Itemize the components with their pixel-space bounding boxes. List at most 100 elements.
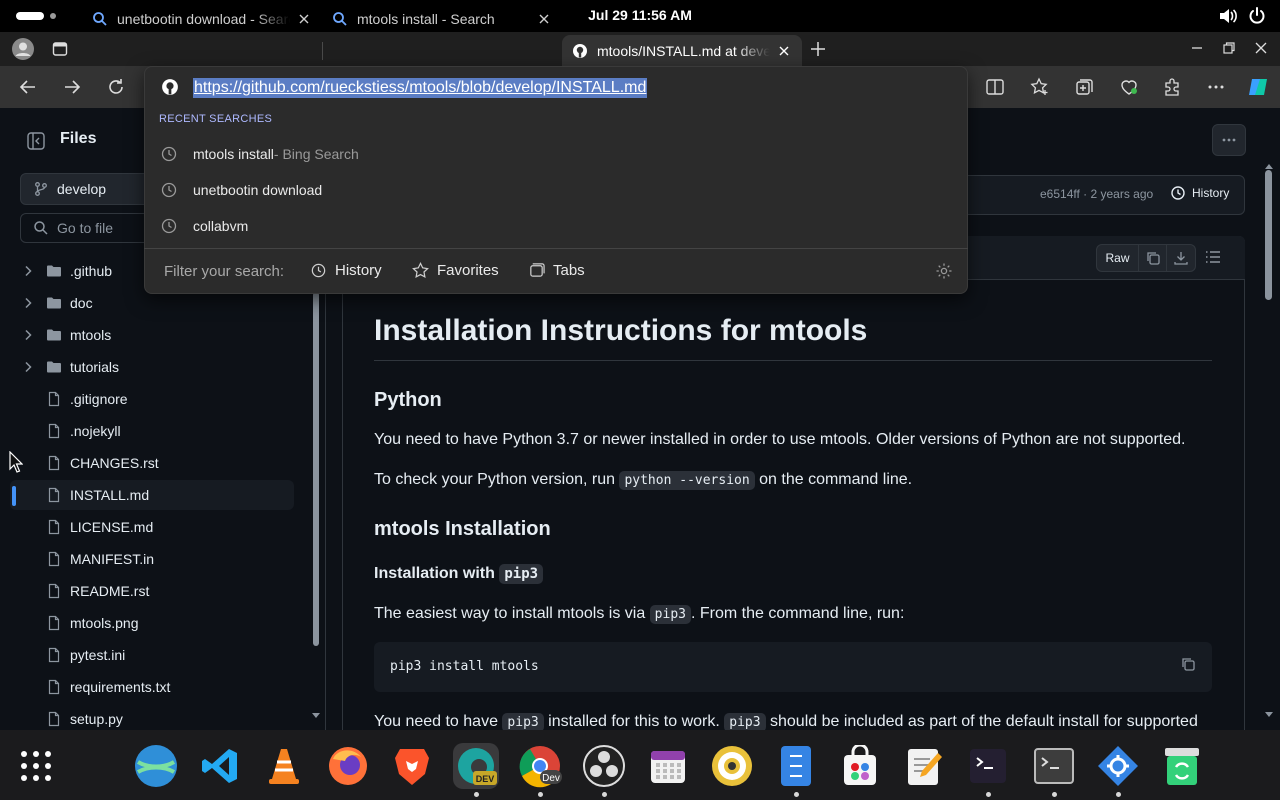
file-icon bbox=[48, 711, 60, 727]
inline-code: pip3 bbox=[499, 564, 544, 584]
tree-file[interactable]: LICENSE.md bbox=[10, 512, 294, 542]
tree-item-label: .gitignore bbox=[70, 391, 128, 407]
gear-icon[interactable] bbox=[935, 262, 953, 280]
refresh-icon[interactable] bbox=[106, 77, 126, 97]
forward-icon[interactable] bbox=[62, 77, 82, 97]
tree-file[interactable]: MANIFEST.in bbox=[10, 544, 294, 574]
outline-list-icon[interactable] bbox=[1204, 248, 1222, 266]
dock-app-vscode[interactable] bbox=[197, 743, 243, 789]
tree-folder[interactable]: mtools bbox=[10, 320, 294, 350]
inline-code: python --version bbox=[619, 471, 755, 490]
copy-code-icon[interactable] bbox=[1180, 656, 1196, 672]
raw-button[interactable]: Raw bbox=[1097, 245, 1139, 271]
dock-app-globe[interactable] bbox=[133, 743, 179, 789]
split-screen-icon[interactable] bbox=[985, 77, 1005, 97]
collections-icon[interactable] bbox=[1074, 77, 1094, 97]
new-tab-icon[interactable] bbox=[809, 40, 827, 58]
tree-file[interactable]: .gitignore bbox=[10, 384, 294, 414]
branch-name: develop bbox=[57, 181, 107, 197]
dock-app-firefox[interactable] bbox=[325, 743, 371, 789]
tree-file[interactable]: requirements.txt bbox=[10, 672, 294, 702]
tabs-icon bbox=[530, 263, 545, 277]
close-icon[interactable] bbox=[536, 11, 552, 27]
tree-item-label: MANIFEST.in bbox=[70, 551, 155, 567]
tree-item-label: INSTALL.md bbox=[70, 487, 150, 503]
file-icon bbox=[48, 487, 60, 503]
search-icon bbox=[93, 11, 107, 26]
tree-item-label: CHANGES.rst bbox=[70, 455, 159, 471]
commit-meta[interactable]: e6514ff · 2 years ago bbox=[1040, 187, 1153, 201]
browser-essentials-icon[interactable] bbox=[1119, 77, 1139, 97]
power-icon[interactable] bbox=[1248, 7, 1266, 25]
chevron-right-icon[interactable] bbox=[20, 295, 36, 311]
app-grid-icon bbox=[21, 751, 51, 781]
dock-app-vlc[interactable] bbox=[261, 743, 307, 789]
tab-mtools-search[interactable]: mtools install - Search bbox=[322, 3, 562, 34]
mouse-cursor-icon bbox=[9, 451, 23, 473]
dock-app-brave[interactable] bbox=[389, 743, 435, 789]
tree-file[interactable]: pytest.ini bbox=[10, 640, 294, 670]
collapse-panel-icon[interactable] bbox=[26, 131, 46, 151]
dock-app-terminal-alt[interactable] bbox=[1031, 743, 1077, 789]
go-to-file-placeholder: Go to file bbox=[57, 220, 114, 236]
tree-file[interactable]: CHANGES.rst bbox=[10, 448, 294, 478]
download-raw-button[interactable] bbox=[1167, 245, 1195, 271]
profile-avatar-icon[interactable] bbox=[11, 37, 35, 61]
favorites-icon[interactable] bbox=[1030, 77, 1050, 97]
recent-search-item[interactable]: unetbootin download bbox=[160, 173, 960, 207]
dock-app-obs[interactable] bbox=[581, 743, 627, 789]
tab-install-md[interactable]: mtools/INSTALL.md at develop bbox=[562, 35, 802, 66]
tree-file[interactable]: mtools.png bbox=[10, 608, 294, 638]
heading-mtools-installation: mtools Installation bbox=[374, 518, 551, 540]
tree-file[interactable]: README.rst bbox=[10, 576, 294, 606]
page-scrollbar-thumb[interactable] bbox=[1265, 170, 1272, 300]
files-scrollbar-thumb[interactable] bbox=[313, 292, 319, 646]
dock-app-app-grid[interactable] bbox=[13, 743, 59, 789]
copilot-icon[interactable] bbox=[1246, 75, 1270, 99]
dock-app-calendar[interactable] bbox=[645, 743, 691, 789]
extensions-icon[interactable] bbox=[1162, 77, 1182, 97]
tree-file[interactable]: INSTALL.md bbox=[10, 480, 294, 510]
dock-app-store[interactable] bbox=[837, 743, 883, 789]
folder-icon bbox=[47, 361, 61, 373]
dock-app-chrome-dev[interactable]: Dev bbox=[517, 743, 563, 789]
dock-app-text-editor[interactable] bbox=[901, 743, 947, 789]
more-options-button[interactable] bbox=[1212, 124, 1246, 156]
dock-app-edge-dev[interactable]: DEV bbox=[453, 743, 499, 789]
filter-favorites-button[interactable]: Favorites bbox=[412, 262, 499, 279]
dock-app-audio[interactable] bbox=[709, 743, 755, 789]
back-icon[interactable] bbox=[18, 77, 38, 97]
file-icon bbox=[48, 583, 60, 599]
more-menu-icon[interactable] bbox=[1206, 77, 1226, 97]
chevron-right-icon[interactable] bbox=[20, 359, 36, 375]
recent-search-item[interactable]: collabvm bbox=[160, 209, 960, 243]
dock-app-file-manager[interactable] bbox=[773, 743, 819, 789]
heading-install-with-pip3: Installation with pip3 bbox=[374, 564, 544, 584]
github-icon bbox=[162, 79, 178, 95]
dock-app-settings[interactable] bbox=[1095, 743, 1141, 789]
close-icon[interactable] bbox=[776, 43, 792, 59]
recent-search-item[interactable]: mtools install - Bing Search bbox=[160, 137, 960, 171]
chevron-right-icon[interactable] bbox=[20, 263, 36, 279]
dock-app-terminal[interactable] bbox=[965, 743, 1011, 789]
tree-file[interactable]: .nojekyll bbox=[10, 416, 294, 446]
running-indicator bbox=[1052, 792, 1057, 797]
dock-app-trash[interactable] bbox=[1159, 743, 1205, 789]
restore-icon[interactable] bbox=[1222, 41, 1236, 55]
copy-raw-button[interactable] bbox=[1139, 245, 1167, 271]
tree-item-label: README.rst bbox=[70, 583, 150, 599]
close-icon[interactable] bbox=[296, 11, 312, 27]
filter-tabs-button[interactable]: Tabs bbox=[528, 262, 585, 279]
tab-actions-icon[interactable] bbox=[52, 41, 68, 57]
terminal-alt-icon bbox=[1034, 748, 1074, 784]
history-button[interactable]: History bbox=[1170, 185, 1229, 201]
window-close-icon[interactable] bbox=[1254, 41, 1268, 55]
filter-history-button[interactable]: History bbox=[310, 262, 382, 279]
volume-icon[interactable] bbox=[1218, 7, 1238, 25]
tree-folder[interactable]: tutorials bbox=[10, 352, 294, 382]
address-bar-input[interactable]: https://github.com/rueckstiess/mtools/bl… bbox=[193, 78, 648, 98]
paragraph-easiest-way: The easiest way to install mtools is via… bbox=[374, 605, 905, 624]
tab-unetbootin[interactable]: unetbootin download - Search bbox=[82, 3, 322, 34]
minimize-icon[interactable] bbox=[1190, 41, 1204, 55]
chevron-right-icon[interactable] bbox=[20, 327, 36, 343]
